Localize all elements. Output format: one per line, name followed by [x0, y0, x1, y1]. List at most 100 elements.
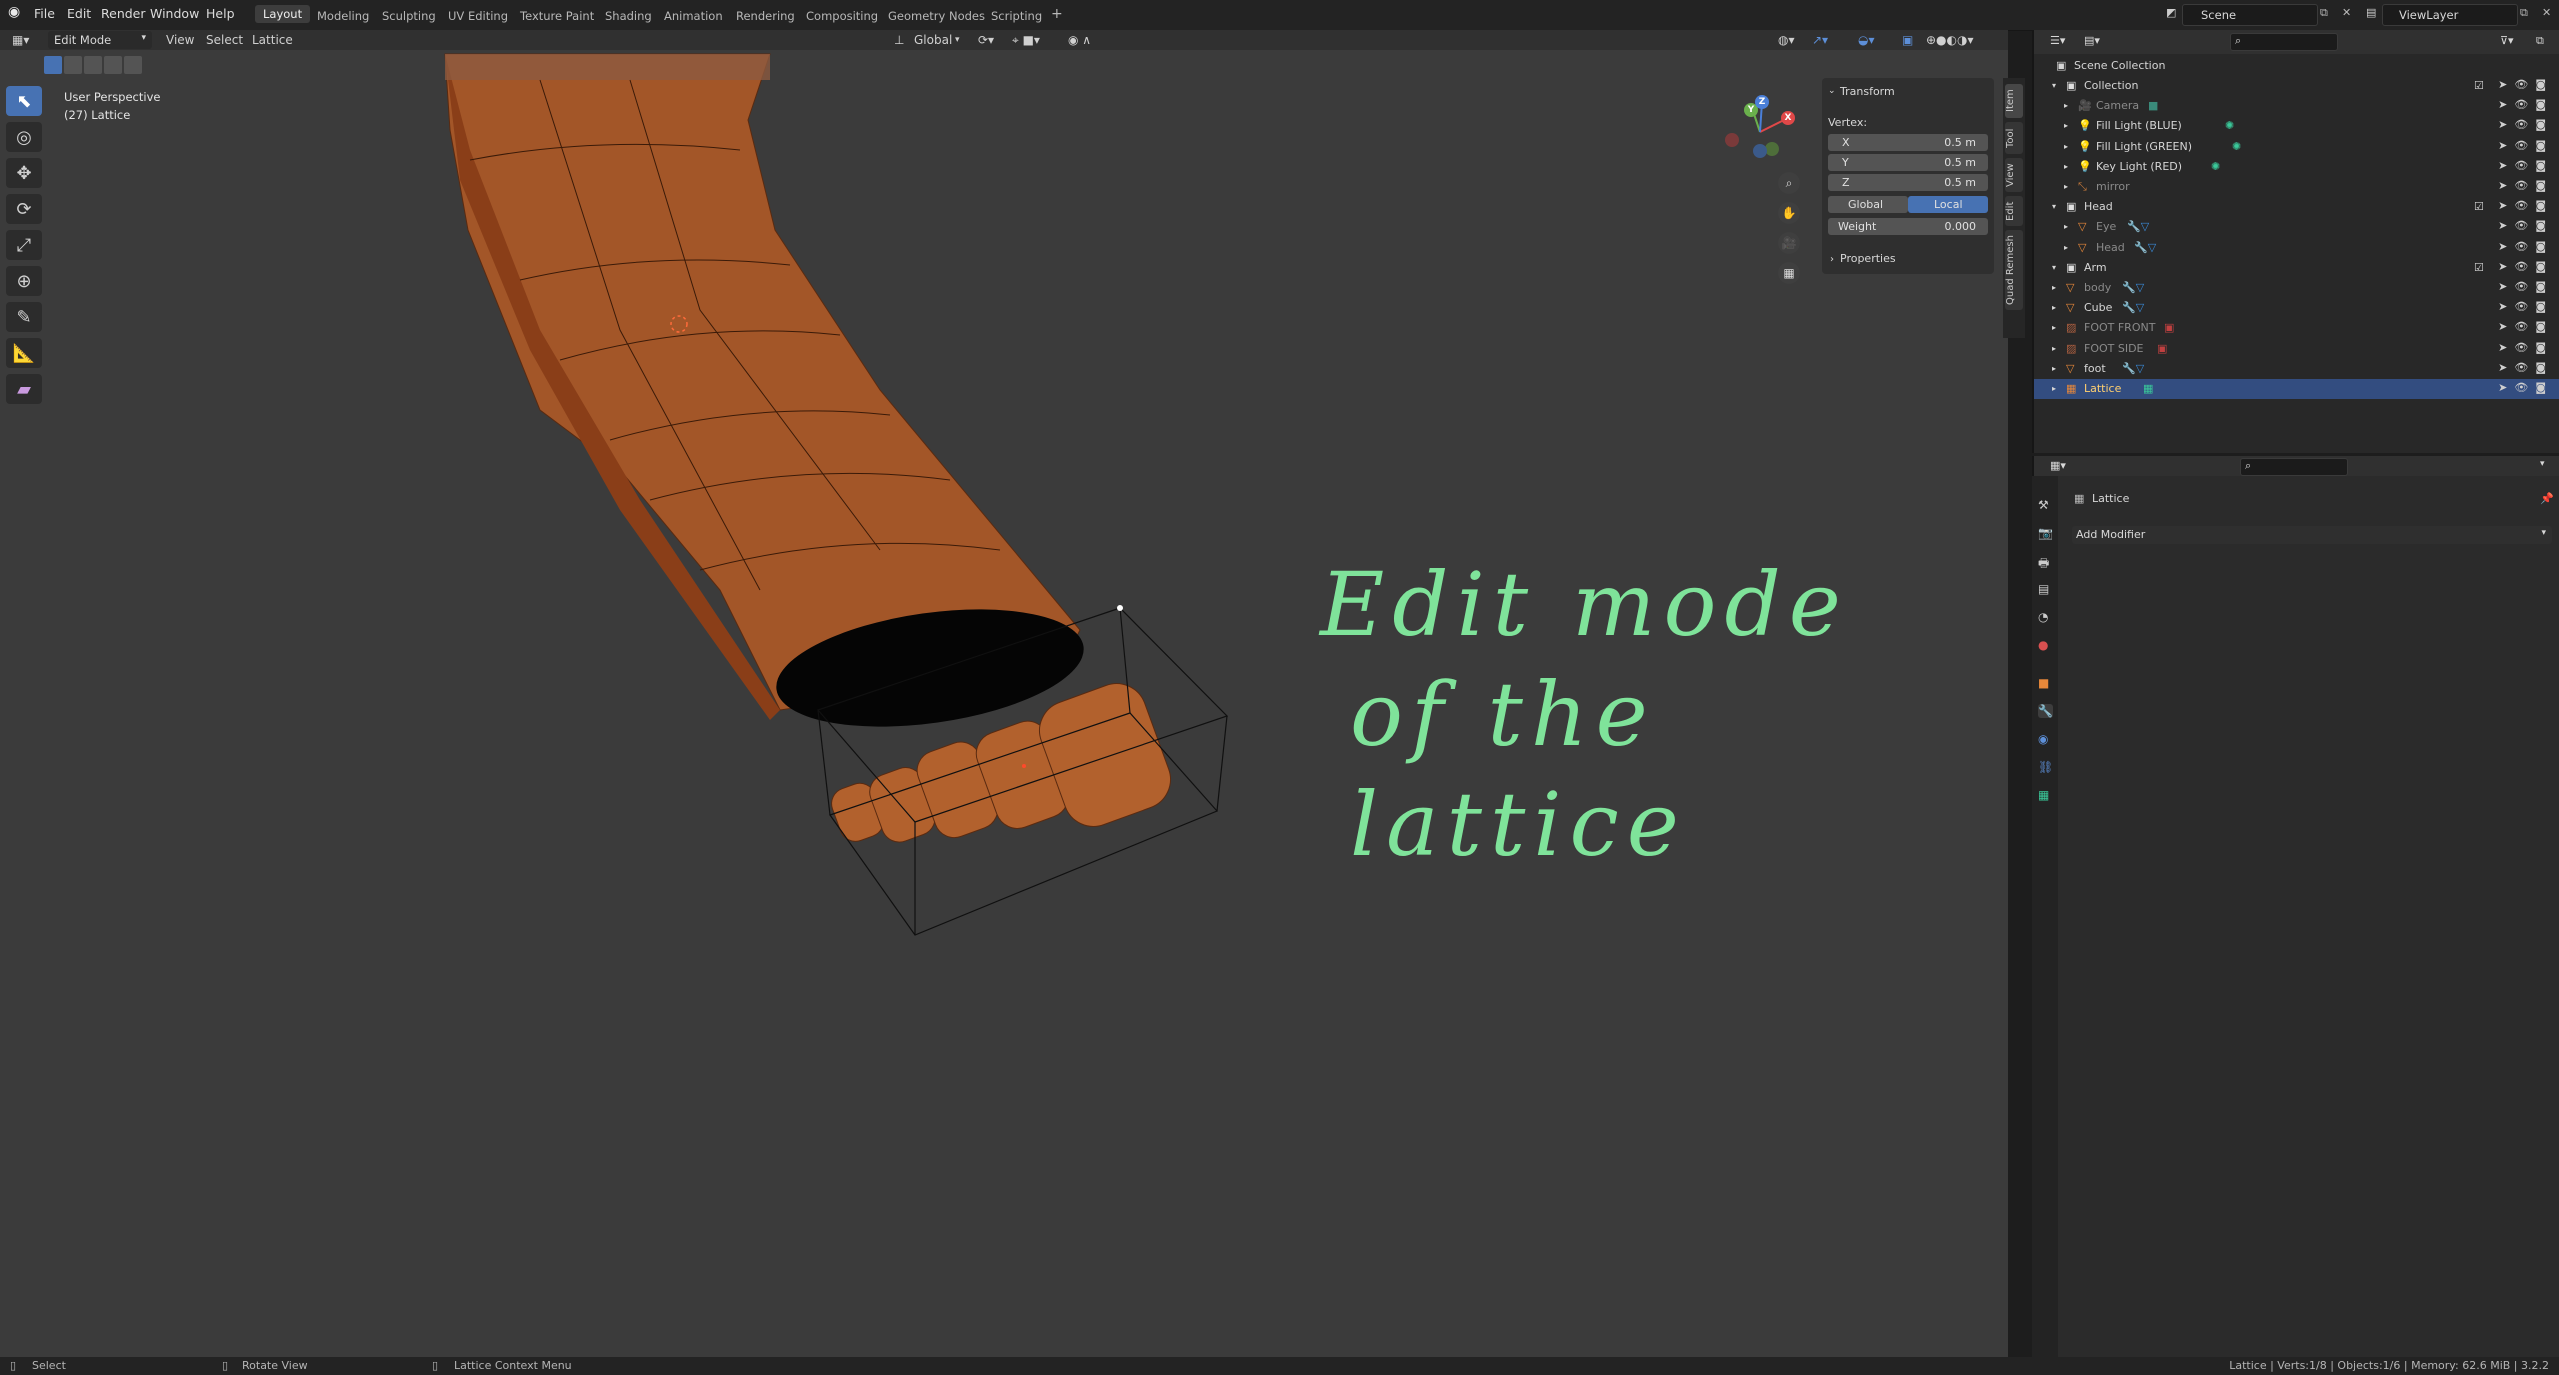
menu-window[interactable]: Window — [150, 6, 199, 21]
tab-tool[interactable]: Tool — [2005, 122, 2023, 154]
visibility-icon[interactable]: ◍▾ — [1778, 33, 1795, 47]
gizmo-neg-y-axis[interactable] — [1765, 142, 1779, 156]
outliner-item-mirror[interactable]: ▸ ⤡ mirror ➤👁◙ — [2034, 177, 2559, 197]
modifier-data-icon[interactable]: 🔧▽ — [2127, 220, 2149, 233]
world-tab-icon[interactable]: ● — [2038, 638, 2048, 652]
shear-tool-icon[interactable]: ▰ — [6, 374, 42, 404]
new-scene-icon[interactable]: ⧉ — [2320, 6, 2328, 20]
tab-texture-paint[interactable]: Texture Paint — [520, 9, 594, 23]
outliner-item-head[interactable]: ▾ ▣ Head ☑ ➤👁◙ — [2034, 197, 2559, 217]
expand-arrow-icon[interactable]: ▾ — [2052, 263, 2056, 272]
gizmo-toggle-icon[interactable]: ↗▾ — [1812, 33, 1828, 47]
visibility-toggles-icon[interactable]: ➤👁◙ — [2498, 260, 2553, 273]
view-layer-icon[interactable]: ▤ — [2366, 6, 2376, 19]
select-box-tool-icon[interactable]: ⬉ — [6, 86, 42, 116]
select-new-icon[interactable] — [44, 56, 62, 74]
outliner-item-foot-front[interactable]: ▸ ▨ FOOT FRONT ▣ ➤👁◙ — [2034, 318, 2559, 338]
visibility-toggles-icon[interactable]: ➤👁◙ — [2498, 300, 2553, 313]
select-mode-buttons[interactable] — [44, 56, 142, 74]
navigation-gizmo[interactable]: X Y Z — [1720, 92, 1800, 172]
light-data-icon[interactable]: ✺ — [2211, 160, 2220, 173]
mode-selector[interactable]: Edit Mode ▾ — [48, 31, 152, 49]
exclude-checkbox-icon[interactable]: ☑ — [2474, 261, 2484, 274]
editor-type-icon[interactable]: ▦▾ — [12, 33, 29, 47]
grid-view-icon[interactable]: ▦ — [1778, 262, 1800, 284]
data-tab-icon[interactable]: ▦ — [2038, 788, 2049, 802]
object-tab-icon[interactable]: ■ — [2038, 676, 2049, 690]
outliner-item-cube[interactable]: ▸ ▽ Cube 🔧▽ ➤👁◙ — [2034, 298, 2559, 318]
menu-edit[interactable]: Edit — [67, 6, 91, 21]
xray-toggle-icon[interactable]: ▣ — [1902, 33, 1913, 47]
tab-quad-remesh[interactable]: Quad Remesh — [2005, 230, 2023, 310]
menu-view[interactable]: View — [166, 33, 194, 47]
light-data-icon[interactable]: ✺ — [2232, 140, 2241, 153]
tab-modeling[interactable]: Modeling — [317, 9, 369, 23]
view-layer-field[interactable]: ViewLayer — [2382, 4, 2518, 26]
visibility-toggles-icon[interactable]: ➤👁◙ — [2498, 98, 2553, 111]
constraint-tab-icon[interactable]: ⛓ — [2038, 760, 2053, 774]
tab-geometry-nodes[interactable]: Geometry Nodes — [888, 9, 985, 23]
expand-arrow-icon[interactable]: ▸ — [2052, 283, 2056, 292]
tab-layout[interactable]: Layout — [255, 5, 311, 23]
visibility-toggles-icon[interactable]: ➤👁◙ — [2498, 361, 2553, 374]
global-toggle[interactable]: Global — [1828, 196, 1908, 213]
expand-arrow-icon[interactable]: ▸ — [2064, 243, 2068, 252]
zoom-icon[interactable]: ⌕ — [1778, 172, 1800, 194]
modifier-data-icon[interactable]: 🔧▽ — [2122, 301, 2144, 314]
cursor-tool-icon[interactable]: ◎ — [6, 122, 42, 152]
filter-icon[interactable]: ⊽▾ — [2500, 34, 2514, 47]
new-view-layer-icon[interactable]: ⧉ — [2520, 6, 2528, 20]
outliner-item-eye[interactable]: ▸ ▽ Eye 🔧▽ ➤👁◙ — [2034, 217, 2559, 237]
physics-tab-icon[interactable]: ◉ — [2038, 732, 2048, 746]
outliner-item-camera[interactable]: ▸ 🎥 Camera ■ ➤👁◙ — [2034, 96, 2559, 116]
expand-arrow-icon[interactable]: ▾ — [2052, 202, 2056, 211]
tab-compositing[interactable]: Compositing — [806, 9, 878, 23]
chevron-right-icon[interactable]: › — [1830, 254, 1834, 265]
select-extend-icon[interactable] — [64, 56, 82, 74]
annotate-tool-icon[interactable]: ✎ — [6, 302, 42, 332]
expand-arrow-icon[interactable]: ▸ — [2064, 101, 2068, 110]
tab-uv-editing[interactable]: UV Editing — [448, 9, 508, 23]
properties-search-input[interactable]: ⌕ — [2240, 458, 2348, 476]
measure-tool-icon[interactable]: 📐 — [6, 338, 42, 368]
light-data-icon[interactable]: ✺ — [2225, 119, 2234, 132]
camera-view-icon[interactable]: 🎥 — [1778, 232, 1800, 254]
visibility-toggles-icon[interactable]: ➤👁◙ — [2498, 118, 2553, 131]
modifier-data-icon[interactable]: 🔧▽ — [2122, 362, 2144, 375]
gizmo-x-axis[interactable]: X — [1781, 111, 1795, 125]
outliner-item-key-light-red-[interactable]: ▸ 💡 Key Light (RED) ✺ ➤👁◙ — [2034, 157, 2559, 177]
image-data-icon[interactable]: ▣ — [2164, 321, 2174, 334]
select-intersect-icon[interactable] — [124, 56, 142, 74]
view-layer-tab-icon[interactable]: ▤ — [2038, 582, 2049, 596]
outliner-item-body[interactable]: ▸ ▽ body 🔧▽ ➤👁◙ — [2034, 278, 2559, 298]
tab-scripting[interactable]: Scripting — [991, 9, 1042, 23]
outliner-item-head[interactable]: ▸ ▽ Head 🔧▽ ➤👁◙ — [2034, 238, 2559, 258]
properties-section-title[interactable]: Properties — [1840, 252, 1896, 265]
tab-edit[interactable]: Edit — [2005, 196, 2023, 226]
expand-arrow-icon[interactable]: ▸ — [2052, 384, 2056, 393]
menu-render[interactable]: Render — [101, 6, 146, 21]
modifier-data-icon[interactable]: 🔧▽ — [2134, 241, 2156, 254]
visibility-toggles-icon[interactable]: ➤👁◙ — [2498, 280, 2553, 293]
proportional-edit-icon[interactable]: ◉ ∧ — [1068, 33, 1091, 47]
visibility-toggles-icon[interactable]: ➤👁◙ — [2498, 199, 2553, 212]
menu-file[interactable]: File — [34, 6, 55, 21]
outliner-item-fill-light-blue-[interactable]: ▸ 💡 Fill Light (BLUE) ✺ ➤👁◙ — [2034, 116, 2559, 136]
exclude-checkbox-icon[interactable]: ☑ — [2474, 79, 2484, 92]
tab-animation[interactable]: Animation — [664, 9, 723, 23]
outliner-editor-icon[interactable]: ☰▾ — [2050, 34, 2065, 47]
chevron-down-icon[interactable]: ⌄ — [1828, 86, 1836, 96]
expand-arrow-icon[interactable]: ▸ — [2052, 344, 2056, 353]
outliner-item-lattice[interactable]: ▸ ▦ Lattice ▦ ➤👁◙ — [2034, 379, 2559, 399]
modifier-tab-icon[interactable]: 🔧 — [2038, 704, 2053, 718]
menu-help[interactable]: Help — [206, 6, 235, 21]
menu-lattice[interactable]: Lattice — [252, 33, 293, 47]
chevron-down-icon[interactable]: ▾ — [2540, 459, 2545, 469]
outliner-item-foot-side[interactable]: ▸ ▨ FOOT SIDE ▣ ➤👁◙ — [2034, 339, 2559, 359]
gizmo-z-axis[interactable]: Z — [1755, 95, 1769, 109]
tab-rendering[interactable]: Rendering — [736, 9, 795, 23]
outliner-item-foot[interactable]: ▸ ▽ foot 🔧▽ ➤👁◙ — [2034, 359, 2559, 379]
modifier-data-icon[interactable]: 🔧▽ — [2122, 281, 2144, 294]
overlay-toggle-icon[interactable]: ◒▾ — [1858, 33, 1875, 47]
move-tool-icon[interactable]: ✥ — [6, 158, 42, 188]
